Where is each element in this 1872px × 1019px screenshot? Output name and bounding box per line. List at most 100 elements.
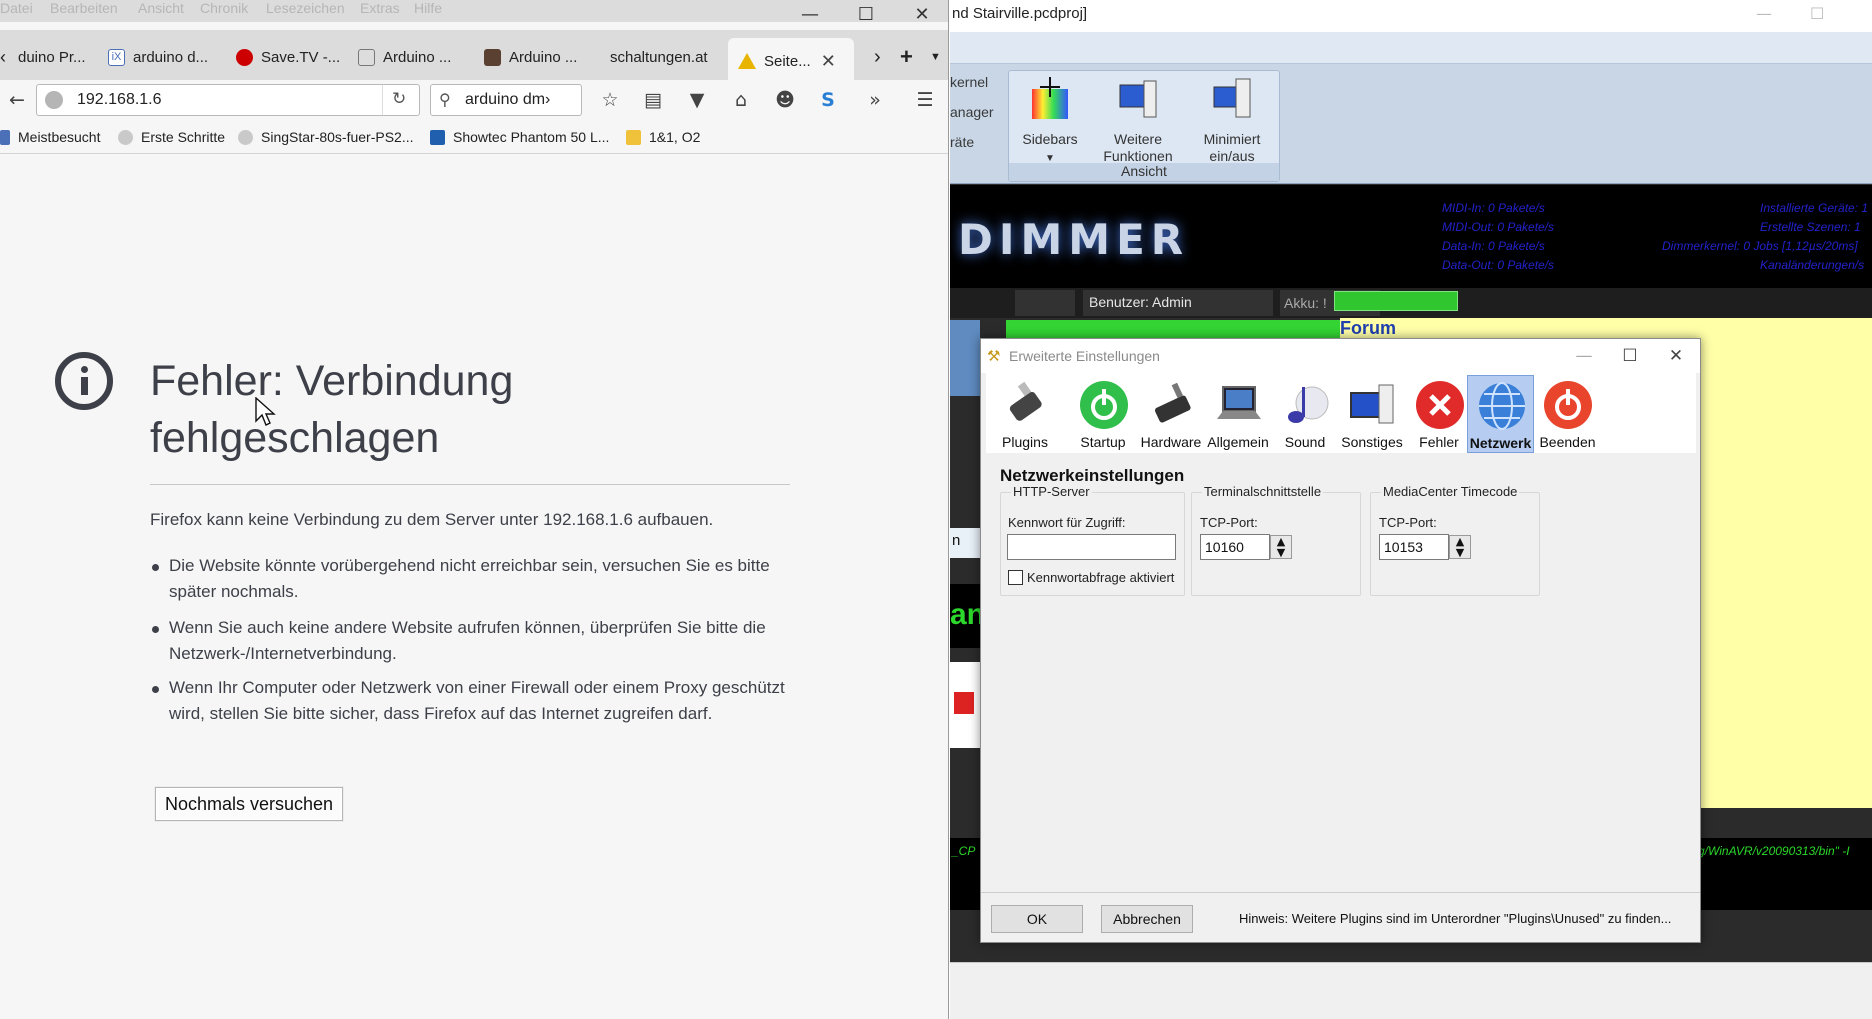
tool-plugins[interactable]: Plugins <box>986 375 1064 453</box>
reload-icon[interactable]: ↻ <box>392 89 406 109</box>
ribbon-side-label[interactable]: räte <box>950 134 974 150</box>
group-terminal: Terminalschnittstelle TCP-Port: ▲▼ <box>1191 484 1361 596</box>
terminal-text-right: g/WinAVR/v20090313/bin" -I <box>1698 844 1850 858</box>
side-image <box>950 662 980 748</box>
tab-list-icon[interactable]: ▼ <box>930 38 946 76</box>
bookmark-singstar[interactable]: SingStar-80s-fuer-PS2... <box>238 129 414 145</box>
password-input[interactable] <box>1007 534 1176 560</box>
stat-data-in: Data-In: 0 Pakete/s <box>1442 239 1545 253</box>
tab-duino[interactable]: duino Pr... <box>18 38 100 76</box>
search-input[interactable]: arduino dm› <box>465 91 550 109</box>
stat-midi-in: MIDI-In: 0 Pakete/s <box>1442 201 1545 215</box>
tool-beenden[interactable]: Beenden <box>1534 375 1601 453</box>
window-title: nd Stairville.pcdproj] <box>952 5 1088 22</box>
tool-startup[interactable]: Startup <box>1064 375 1142 453</box>
error-bullet: Wenn Sie auch keine andere Website aufru… <box>150 615 800 667</box>
menu-chronik[interactable]: Chronik <box>200 0 248 16</box>
ribbon-group-ansicht: Sidebars ▼ Weitere Funktionen Minimiert e… <box>1008 70 1280 182</box>
minimiert-button[interactable]: Minimiert ein/aus <box>1189 75 1275 165</box>
terminal-text-left: _CP <box>952 844 976 858</box>
tab-savetv[interactable]: Save.TV -... <box>236 38 340 76</box>
tab-scroll-left-icon[interactable]: ‹ <box>0 38 15 76</box>
new-tab-icon[interactable]: + <box>900 38 922 76</box>
mediacenter-port-input[interactable] <box>1379 534 1449 560</box>
tab-close-icon[interactable]: ✕ <box>821 51 836 72</box>
menu-extras[interactable]: Extras <box>360 0 400 16</box>
weitere-funktionen-button[interactable]: Weitere Funktionen <box>1093 75 1183 165</box>
dialog-maximize-button[interactable]: ☐ <box>1607 339 1653 373</box>
close-button[interactable]: ✕ <box>894 0 948 28</box>
left-panel-strip <box>950 320 980 396</box>
bookmarks-list-icon[interactable]: ▤ <box>638 86 668 114</box>
bookmark-showtec[interactable]: Showtec Phantom 50 L... <box>430 129 609 145</box>
bookmark-meistbesucht[interactable]: Meistbesucht <box>0 129 100 145</box>
dialog-button-bar: OK Abbrechen Hinweis: Weitere Plugins si… <box>981 892 1700 942</box>
site-identity-icon[interactable] <box>45 91 63 109</box>
overflow-icon[interactable]: » <box>860 86 890 114</box>
tab-scroll-right-icon[interactable]: › <box>874 38 894 76</box>
warning-icon <box>738 53 756 69</box>
back-icon[interactable]: ← <box>2 86 32 114</box>
folder-icon <box>626 129 641 145</box>
home-icon[interactable]: ⌂ <box>726 86 756 114</box>
folder-icon <box>0 129 10 145</box>
port-spinner-icon[interactable]: ▲ ▼ <box>1270 535 1292 559</box>
maximize-button[interactable]: ☐ <box>1810 4 1824 23</box>
skype-icon[interactable]: S <box>813 86 843 114</box>
bookmark-1und1[interactable]: 1&1, O2 <box>626 129 700 145</box>
menu-ansicht[interactable]: Ansicht <box>138 0 184 16</box>
hamburger-menu-icon[interactable]: ☰ <box>910 86 940 114</box>
mouse-cursor-icon <box>255 397 276 426</box>
tab-schaltungen[interactable]: schaltungen.at <box>610 38 716 76</box>
maximize-button[interactable]: ☐ <box>838 0 894 28</box>
terminal-port-input[interactable] <box>1200 534 1270 560</box>
forum-link[interactable]: Forum <box>1340 318 1396 339</box>
divider <box>150 484 790 485</box>
tab-arduino-1[interactable]: Arduino ... <box>358 38 462 76</box>
password-checkbox[interactable] <box>1008 570 1023 585</box>
tool-label: Beenden <box>1539 434 1596 450</box>
user-status: Benutzer: Admin <box>1083 290 1273 316</box>
tab-arduino-d[interactable]: iX arduino d... <box>108 38 218 76</box>
hello-icon[interactable]: ☻ <box>770 86 800 114</box>
ribbon-side-label[interactable]: anager <box>950 104 994 120</box>
cancel-button[interactable]: Abbrechen <box>1101 905 1193 933</box>
ribbon-side-label[interactable]: kernel <box>950 74 988 90</box>
tab-arduino-2[interactable]: Arduino ... <box>484 38 588 76</box>
side-fragment: an <box>950 584 985 648</box>
menu-bearbeiten[interactable]: Bearbeiten <box>50 0 118 16</box>
menu-lesezeichen[interactable]: Lesezeichen <box>266 0 345 16</box>
bookmark-erste-schritte[interactable]: Erste Schritte <box>118 129 225 145</box>
minimize-button[interactable]: — <box>1756 4 1772 23</box>
port-spinner-icon[interactable]: ▲ ▼ <box>1449 535 1471 559</box>
retry-button[interactable]: Nochmals versuchen <box>155 787 343 821</box>
bookmark-label: Showtec Phantom 50 L... <box>453 129 610 145</box>
url-bar[interactable]: 192.168.1.6 ↻ <box>36 84 420 116</box>
url-divider <box>382 85 383 115</box>
group-mediacenter: MediaCenter Timecode TCP-Port: ▲▼ <box>1370 484 1540 596</box>
dialog-toolbar: Plugins Startup Hardware Allgemein Sound… <box>986 373 1696 453</box>
pocket-icon[interactable]: ▼ <box>682 86 712 114</box>
sidebars-button[interactable]: Sidebars ▼ <box>1015 75 1085 167</box>
dialog-close-button[interactable]: ✕ <box>1653 339 1699 373</box>
tab-label: schaltungen.at <box>610 48 708 66</box>
tool-netzwerk[interactable]: Netzwerk <box>1467 375 1534 453</box>
menu-hilfe[interactable]: Hilfe <box>414 0 442 16</box>
dimmer-logo: DIMMER <box>958 215 1190 264</box>
dialog-minimize-button[interactable]: — <box>1561 339 1607 373</box>
url-text[interactable]: 192.168.1.6 <box>77 91 162 109</box>
checkbox-label: Kennwortabfrage aktiviert <box>1027 570 1175 585</box>
bookmark-star-icon[interactable]: ☆ <box>595 86 625 114</box>
group-title: HTTP-Server <box>1011 484 1092 499</box>
tab-active-seite[interactable]: Seite... ✕ <box>728 38 854 84</box>
ok-button[interactable]: OK <box>991 905 1083 933</box>
minimize-button[interactable]: — <box>782 0 838 28</box>
tab-label: Save.TV -... <box>261 48 340 66</box>
tool-label: Netzwerk <box>1469 435 1532 451</box>
search-bar[interactable]: ⚲ arduino dm› <box>430 84 582 116</box>
ribbon-tabs <box>950 32 1872 64</box>
menu-datei[interactable]: Datei <box>0 0 33 16</box>
error-title: Fehler: Verbindung fehlgeschlagen <box>150 357 514 462</box>
monitor-icon <box>1350 384 1394 424</box>
globe-icon <box>238 129 253 145</box>
